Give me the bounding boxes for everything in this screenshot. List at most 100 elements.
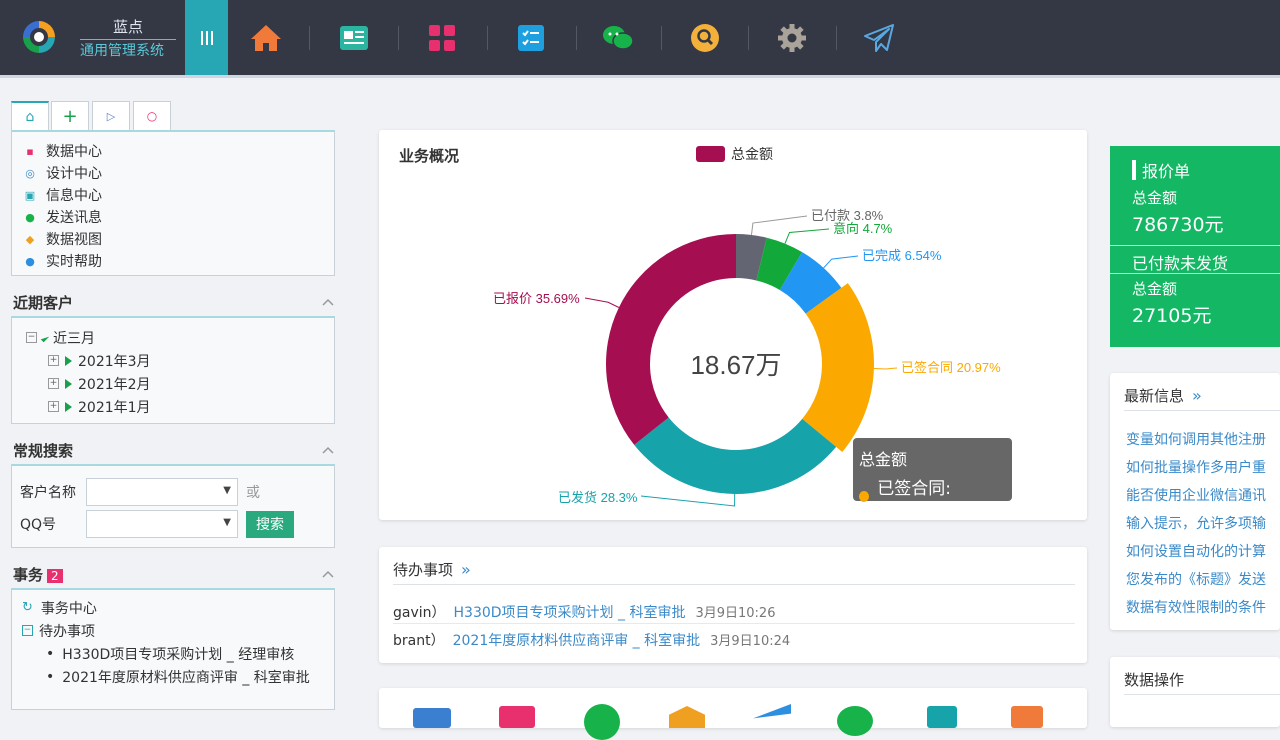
double-chevron-right-icon[interactable]: » <box>461 560 471 579</box>
logo-title: 蓝点 <box>80 16 176 40</box>
sidebar-item-data-center[interactable]: ▪ 数据中心 <box>22 140 334 162</box>
send-icon[interactable] <box>863 22 895 54</box>
quote-total-label: 总金额 <box>1132 189 1178 207</box>
news-header[interactable]: 最新信息 » <box>1124 385 1202 406</box>
qq-select[interactable] <box>86 510 238 538</box>
sidebar-item-info-center[interactable]: ▣ 信息中心 <box>22 184 334 206</box>
todo-header[interactable]: 待办事项 » <box>393 559 471 580</box>
tree-root[interactable]: − 近三月 <box>26 326 334 349</box>
unshipped-total-value: 27105元 <box>1132 305 1212 327</box>
legend-swatch[interactable] <box>696 146 725 162</box>
customer-name-select[interactable] <box>86 478 238 506</box>
slice-label-line <box>784 228 830 244</box>
tree-node[interactable]: +2021年2月 <box>26 372 334 395</box>
sidebar-item-send-message[interactable]: ● 发送讯息 <box>22 206 334 228</box>
chevron-up-icon[interactable] <box>321 443 335 457</box>
general-search-header[interactable]: 常规搜索 <box>11 436 335 464</box>
news-title: 最新信息 <box>1124 387 1185 405</box>
tree-node[interactable]: +2021年3月 <box>26 349 334 372</box>
chat-icon[interactable] <box>602 22 634 54</box>
todo-link[interactable]: H330D项目专项采购计划 _ 科室审批 <box>454 602 686 622</box>
menu-toggle-button[interactable] <box>185 0 228 75</box>
double-chevron-right-icon[interactable]: » <box>1192 386 1202 405</box>
tab-home[interactable]: ⌂ <box>11 101 49 130</box>
todo-time: 3月9日10:26 <box>695 606 776 621</box>
plus-icon: + <box>62 105 78 127</box>
quote-title: 报价单 <box>1142 162 1191 181</box>
donut-slice[interactable] <box>634 417 837 494</box>
contact-card-icon[interactable] <box>413 708 451 728</box>
slice-label-line <box>584 297 620 308</box>
message-icon[interactable] <box>584 704 620 740</box>
sidebar-nav: ▪ 数据中心 ◎ 设计中心 ▣ 信息中心 ● 发送讯息 ◆ 数据视图 ● 实时帮助 <box>11 130 335 276</box>
affairs-todo[interactable]: − 待办事项 <box>22 619 334 642</box>
home-icon[interactable] <box>250 22 282 54</box>
latest-news-card: 最新信息 » 变量如何调用其他注册 如何批量操作多用户重 能否使用企业微信通讯 … <box>1110 373 1280 630</box>
affairs-header[interactable]: 事务 2 <box>11 560 335 588</box>
chat-icon: ● <box>25 210 35 224</box>
send-icon[interactable] <box>753 704 791 719</box>
calendar-icon[interactable] <box>499 706 535 728</box>
todo-title: 待办事项 <box>393 561 454 579</box>
section-title: 常规搜索 <box>13 441 74 460</box>
tab-play[interactable]: ▷ <box>92 101 130 130</box>
news-item[interactable]: 如何设置自动化的计算 <box>1126 541 1266 561</box>
search-icon[interactable] <box>689 22 721 54</box>
gear-icon[interactable] <box>776 22 808 54</box>
sidebar-item-data-view[interactable]: ◆ 数据视图 <box>22 228 334 250</box>
tab-search[interactable]: ○ <box>133 101 171 130</box>
chevron-up-icon[interactable] <box>321 567 335 581</box>
slice-label: 已报价 35.69% <box>493 291 580 306</box>
recent-customers-header[interactable]: 近期客户 <box>11 288 335 316</box>
section-title: 近期客户 <box>13 293 74 312</box>
news-item[interactable]: 变量如何调用其他注册 <box>1126 429 1266 449</box>
layers-icon[interactable] <box>669 706 705 728</box>
grid-icon[interactable] <box>426 22 458 54</box>
legend-label[interactable]: 总金额 <box>731 146 773 162</box>
logo-icon <box>23 21 55 53</box>
search-icon: ○ <box>146 109 158 123</box>
triangle-right-icon <box>65 401 72 412</box>
refresh-icon: ↻ <box>22 600 33 615</box>
news-item[interactable]: 数据有效性限制的条件 <box>1126 597 1266 617</box>
news-item[interactable]: 如何批量操作多用户重 <box>1126 457 1266 477</box>
checklist-icon[interactable] <box>515 22 547 54</box>
collapse-icon[interactable]: − <box>22 625 33 636</box>
shortcuts-card <box>379 688 1087 740</box>
data-ops-title: 数据操作 <box>1124 671 1185 689</box>
recent-customers-tree: − 近三月 +2021年3月 +2021年2月 +2021年1月 <box>11 316 335 424</box>
tab-add[interactable]: + <box>51 101 89 130</box>
chat-icon[interactable] <box>837 706 873 736</box>
donut-slice[interactable] <box>802 283 874 453</box>
logo[interactable]: 蓝点 通用管理系统 <box>20 14 180 64</box>
news-icon[interactable] <box>338 22 370 54</box>
search-button[interactable]: 搜索 <box>246 510 294 538</box>
expand-icon[interactable]: + <box>48 355 59 366</box>
collapse-icon[interactable]: − <box>26 332 37 343</box>
help-icon: ● <box>25 254 35 268</box>
play-icon: ▷ <box>106 109 116 123</box>
affairs-center[interactable]: ↻ 事务中心 <box>22 596 334 619</box>
todo-link[interactable]: 2021年度原材料供应商评审 _ 科室审批 <box>453 630 701 650</box>
todo-row[interactable]: gavin） H330D项目专项采购计划 _ 科室审批 3月9日10:26 <box>393 602 775 622</box>
news-item[interactable]: 能否使用企业微信通讯 <box>1126 485 1266 505</box>
quote-card[interactable]: 报价单 总金额 786730元 已付款未发货 总金额 27105元 <box>1110 146 1280 347</box>
news-item[interactable]: 输入提示，允许多项输 <box>1126 513 1266 533</box>
expand-icon[interactable]: + <box>48 401 59 412</box>
image-icon[interactable] <box>927 706 957 728</box>
expand-icon[interactable]: + <box>48 378 59 389</box>
todo-user: brant） <box>393 633 445 649</box>
donut-slice[interactable] <box>606 234 736 445</box>
chevron-up-icon[interactable] <box>321 295 335 309</box>
sidebar-item-design-center[interactable]: ◎ 设计中心 <box>22 162 334 184</box>
sidebar-item-help[interactable]: ● 实时帮助 <box>22 250 334 272</box>
refresh-icon[interactable] <box>1011 706 1043 728</box>
top-bar: 蓝点 通用管理系统 <box>0 0 1280 75</box>
todo-row[interactable]: brant） 2021年度原材料供应商评审 _ 科室审批 3月9日10:24 <box>393 630 790 650</box>
triangle-right-icon <box>65 355 72 366</box>
news-item[interactable]: 您发布的《标题》发送 <box>1126 569 1266 589</box>
affairs-task[interactable]: • H330D项目专项采购计划 _ 经理审核 <box>22 642 334 665</box>
affairs-task[interactable]: • 2021年度原材料供应商评审 _ 科室审批 <box>22 665 334 688</box>
tree-node[interactable]: +2021年1月 <box>26 395 334 418</box>
triangle-down-icon <box>40 333 50 342</box>
